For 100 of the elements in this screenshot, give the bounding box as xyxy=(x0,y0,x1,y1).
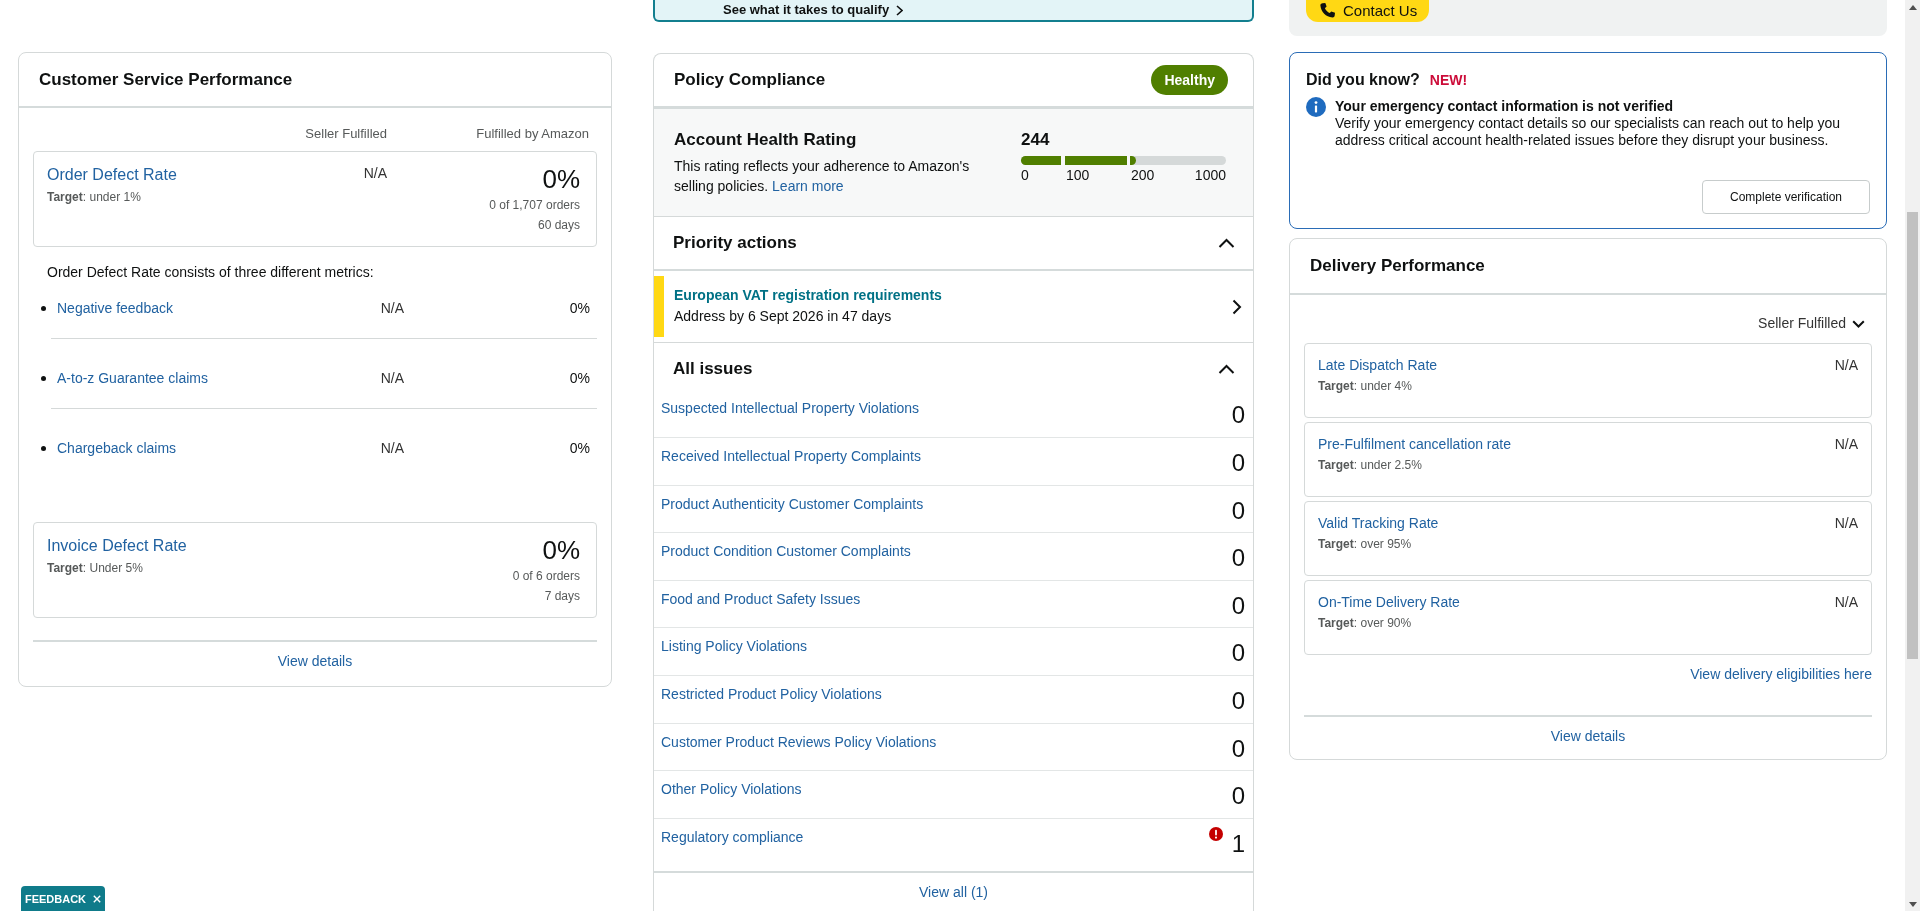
fulfilment-dropdown[interactable]: Seller Fulfilled xyxy=(1758,315,1865,332)
metric-value: N/A xyxy=(380,370,404,387)
scroll-down-icon[interactable] xyxy=(1908,902,1917,907)
issue-count: 0 xyxy=(1231,546,1245,571)
scale-label: 1000 xyxy=(1194,167,1226,184)
issue-row[interactable]: Food and Product Safety Issues 0 xyxy=(654,580,1253,629)
learn-more-link[interactable]: Learn more xyxy=(772,178,844,194)
issue-link[interactable]: Product Authenticity Customer Complaints xyxy=(661,495,924,513)
orders-count: 0 of 6 orders xyxy=(512,568,580,584)
bullet-icon xyxy=(41,306,46,311)
issue-link[interactable]: Regulatory compliance xyxy=(661,828,804,846)
issue-link[interactable]: Listing Policy Violations xyxy=(661,638,808,656)
issue-link[interactable]: Customer Product Reviews Policy Violations xyxy=(661,733,937,751)
issue-row[interactable]: Product Authenticity Customer Complaints 0 xyxy=(654,485,1253,534)
metric-link[interactable]: Negative feedback xyxy=(57,300,381,317)
column-header: Fulfilled by Amazon xyxy=(475,126,589,142)
metric-value: 0% xyxy=(568,300,590,317)
feedback-button[interactable]: FEEDBACK xyxy=(21,886,105,911)
issue-link[interactable]: Received Intellectual Property Complaints xyxy=(661,448,921,465)
section-title: All issues xyxy=(673,358,753,379)
metric-link[interactable]: Pre-Fulfilment cancellation rate xyxy=(1318,436,1511,453)
metric-link[interactable]: On-Time Delivery Rate xyxy=(1318,594,1460,611)
issue-count: 0 xyxy=(1231,784,1245,809)
issue-count: 0 xyxy=(1231,451,1245,475)
period-text: 7 days xyxy=(544,588,580,604)
metric-value: 0% xyxy=(568,370,590,387)
issue-row[interactable]: Product Condition Customer Complaints 0 xyxy=(654,533,1253,581)
contact-button[interactable]: Contact Us xyxy=(1306,0,1430,22)
issue-row[interactable]: Other Policy Violations 0 xyxy=(654,771,1253,819)
qualify-link[interactable]: See what it takes to qualify xyxy=(723,2,890,18)
metric-value: N/A xyxy=(380,300,404,317)
priority-action-row[interactable]: European VAT registration requirements Address by 6 Sept 2026 in 47 days xyxy=(654,271,1253,343)
view-details-link[interactable]: View details xyxy=(277,653,353,669)
issue-row[interactable]: Listing Policy Violations 0 xyxy=(654,628,1253,676)
issue-count: 1 xyxy=(1231,831,1245,856)
issue-count: 0 xyxy=(1231,688,1245,713)
issue-count: 0 xyxy=(1231,736,1245,761)
metric-link[interactable]: Valid Tracking Rate xyxy=(1318,515,1439,532)
rating-title: Account Health Rating xyxy=(674,130,858,150)
metric-link[interactable]: A-to-z Guarantee claims xyxy=(57,370,381,387)
card-title: Delivery Performance xyxy=(1310,256,1485,276)
card-title: Customer Service Performance xyxy=(39,69,293,90)
metric-value: 0% xyxy=(542,165,580,193)
bullet-icon xyxy=(41,376,46,381)
issue-link[interactable]: Suspected Intellectual Property Violations xyxy=(661,400,920,418)
issue-row[interactable]: Suspected Intellectual Property Violations 0 xyxy=(654,390,1253,438)
column-header: Seller Fulfilled xyxy=(305,126,387,142)
scale-label: 100 xyxy=(1066,167,1091,184)
card-title: Did you know? xyxy=(1306,70,1420,90)
metric-link[interactable]: Invoice Defect Rate xyxy=(47,536,187,556)
chevron-right-icon xyxy=(896,4,904,16)
scale-label: 0 xyxy=(1021,167,1030,184)
scale-label: 200 xyxy=(1131,167,1156,184)
issue-row[interactable]: Regulatory compliance 1 xyxy=(654,818,1253,871)
verify-button[interactable]: Complete verification xyxy=(1702,180,1870,214)
rating-score: 244 xyxy=(1021,130,1051,150)
issue-count: 0 xyxy=(1231,641,1245,666)
target-text: Target: over 90% xyxy=(1318,615,1412,631)
scrollbar-thumb[interactable] xyxy=(1907,212,1918,659)
target-text: Target: under 1% xyxy=(47,189,141,205)
metric-value: N/A xyxy=(1834,594,1858,611)
scroll-up-icon[interactable] xyxy=(1908,5,1917,10)
issue-row[interactable]: Restricted Product Policy Violations 0 xyxy=(654,675,1253,724)
chevron-up-icon[interactable] xyxy=(1218,363,1235,374)
metric-value: 0% xyxy=(542,536,580,564)
chevron-up-icon[interactable] xyxy=(1218,238,1235,248)
action-subtitle: Address by 6 Sept 2026 in 47 days xyxy=(674,308,893,325)
issue-count: 0 xyxy=(1231,593,1245,618)
view-details-link[interactable]: View details xyxy=(1550,728,1626,744)
notice-body: Verify your emergency contact details so our specialists can reach out to help you address critical account health-related issues before they disrupt your business. xyxy=(1335,115,1842,149)
metric-link[interactable]: Order Defect Rate xyxy=(47,165,177,185)
issue-link[interactable]: Other Policy Violations xyxy=(661,781,802,799)
chevron-right-icon xyxy=(1232,298,1242,315)
severity-bar xyxy=(654,276,664,337)
target-text: Target: under 2.5% xyxy=(1318,457,1422,473)
metric-value: N/A xyxy=(380,440,404,457)
scrollbar[interactable] xyxy=(1905,0,1920,911)
eligibility-link[interactable]: View delivery eligibilities here xyxy=(1690,666,1872,683)
notice-heading: Your emergency contact information is not verified xyxy=(1335,98,1675,115)
metric-value: N/A xyxy=(1834,436,1858,453)
issue-row[interactable]: Received Intellectual Property Complaints 0 xyxy=(654,438,1253,486)
issue-count: 0 xyxy=(1231,498,1245,523)
bullet-icon xyxy=(41,446,46,451)
metric-value: N/A xyxy=(1834,515,1858,532)
metric-value: N/A xyxy=(1834,357,1858,374)
issue-link[interactable]: Restricted Product Policy Violations xyxy=(661,685,882,703)
info-icon xyxy=(1306,97,1326,117)
period-text: 60 days xyxy=(537,217,580,233)
issue-link[interactable]: Food and Product Safety Issues xyxy=(661,590,861,608)
orders-count: 0 of 1,707 orders xyxy=(489,197,580,213)
metric-value: 0% xyxy=(568,440,590,457)
close-icon[interactable] xyxy=(93,894,102,903)
target-text: Target: under 4% xyxy=(1318,378,1412,394)
issue-row[interactable]: Customer Product Reviews Policy Violations 0 xyxy=(654,723,1253,772)
issue-count: 0 xyxy=(1231,403,1245,428)
rating-description: This rating reflects your adherence to Amazon's selling policies. Learn more xyxy=(674,157,971,196)
metric-link[interactable]: Chargeback claims xyxy=(57,440,381,457)
view-all-link[interactable]: View all (1) xyxy=(919,883,988,900)
issue-link[interactable]: Product Condition Customer Complaints xyxy=(661,543,911,561)
metric-link[interactable]: Late Dispatch Rate xyxy=(1318,357,1438,374)
